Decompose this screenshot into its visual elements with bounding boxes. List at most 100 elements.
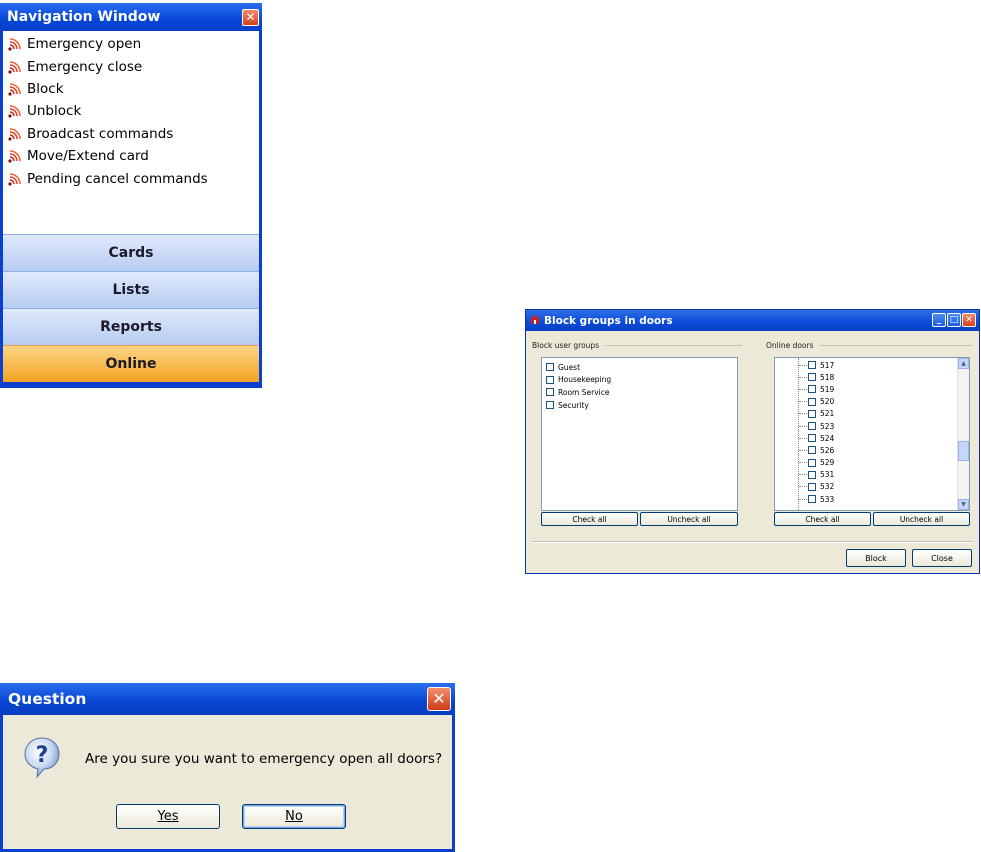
yes-button[interactable]: Yes (116, 804, 220, 829)
user-group-item[interactable]: Housekeeping (546, 374, 737, 387)
navigation-item-list: Emergency open Emergency close Block Unbloc… (3, 31, 259, 234)
checkbox[interactable] (808, 373, 816, 382)
checkbox[interactable] (808, 385, 816, 394)
nav-item[interactable]: Emergency open (3, 33, 259, 55)
checkbox[interactable] (808, 470, 816, 479)
nav-item-label: Pending cancel commands (27, 170, 208, 187)
nav-item[interactable]: Block (3, 78, 259, 100)
user-groups-list[interactable]: Guest Housekeeping Room Service Security (541, 357, 738, 511)
checkbox[interactable] (808, 495, 816, 504)
close-icon[interactable]: ✕ (242, 8, 259, 26)
checkbox[interactable] (546, 375, 554, 384)
signal-waves-icon (8, 37, 27, 51)
door-item[interactable]: 523 (799, 420, 834, 432)
door-label: 521 (820, 409, 835, 419)
door-label: 517 (820, 360, 835, 370)
door-label: 523 (820, 421, 835, 431)
group-lists[interactable]: Lists (3, 271, 259, 308)
user-group-label: Housekeeping (558, 375, 612, 385)
door-label: 518 (820, 372, 835, 382)
door-item[interactable]: 518 (799, 371, 834, 383)
door-item[interactable]: 519 (799, 383, 834, 395)
signal-waves-icon (8, 60, 27, 74)
checkbox[interactable] (546, 363, 554, 372)
door-label: 531 (820, 470, 835, 480)
online-doors-tree[interactable]: 517 518 519 520 521 523 524 526 529 531 532 533 ▲ ▼ (774, 357, 970, 511)
block-button[interactable]: Block (846, 549, 906, 567)
checkbox[interactable] (808, 458, 816, 467)
checkbox[interactable] (808, 361, 816, 370)
user-group-label: Security (558, 400, 589, 410)
group-cards[interactable]: Cards (3, 234, 259, 271)
group-online[interactable]: Online (3, 345, 259, 382)
door-label: 520 (820, 397, 835, 407)
nav-item[interactable]: Emergency close (3, 55, 259, 77)
door-item[interactable]: 521 (799, 408, 834, 420)
door-item[interactable]: 532 (799, 481, 834, 493)
checkbox[interactable] (546, 388, 554, 397)
block-groups-dialog: Block groups in doors _ □ ✕ Block user g… (525, 309, 980, 574)
signal-waves-icon (8, 172, 27, 186)
checkbox[interactable] (808, 434, 816, 443)
nav-item-label: Block (27, 80, 64, 97)
door-item[interactable]: 533 (799, 493, 834, 505)
signal-waves-icon (8, 82, 27, 96)
user-group-item[interactable]: Room Service (546, 386, 737, 399)
nav-item-label: Unblock (27, 103, 82, 120)
no-button[interactable]: No (242, 804, 346, 829)
block-dialog-titlebar[interactable]: Block groups in doors _ □ ✕ (526, 310, 979, 331)
close-icon[interactable]: ✕ (427, 687, 451, 711)
group-reports[interactable]: Reports (3, 308, 259, 345)
uncheck-all-groups-button[interactable]: Uncheck all (640, 512, 738, 526)
door-item[interactable]: 529 (799, 457, 834, 469)
scroll-down-icon[interactable]: ▼ (958, 499, 969, 510)
question-mark-icon: ? (23, 736, 61, 784)
separator (532, 541, 973, 543)
svg-text:?: ? (36, 743, 49, 768)
checkbox[interactable] (808, 409, 816, 418)
question-dialog-titlebar[interactable]: Question ✕ (0, 683, 455, 715)
minimize-icon[interactable]: _ (932, 313, 946, 327)
door-item[interactable]: 526 (799, 444, 834, 456)
user-group-item[interactable]: Security (546, 399, 737, 412)
checkbox[interactable] (808, 422, 816, 431)
door-item[interactable]: 524 (799, 432, 834, 444)
close-button[interactable]: Close (912, 549, 972, 567)
door-item[interactable]: 531 (799, 469, 834, 481)
user-group-label: Guest (558, 362, 581, 372)
online-doors-groupbox: Online doors (766, 341, 972, 350)
scroll-up-icon[interactable]: ▲ (958, 358, 969, 369)
nav-item-label: Broadcast commands (27, 125, 174, 142)
nav-item-label: Emergency open (27, 36, 142, 53)
door-item[interactable]: 517 (799, 359, 834, 371)
user-group-item[interactable]: Guest (546, 361, 737, 374)
yes-button-label: Yes (157, 809, 179, 824)
checkbox[interactable] (546, 401, 554, 410)
check-all-doors-button[interactable]: Check all (774, 512, 871, 526)
nav-item-label: Emergency close (27, 58, 143, 75)
door-label: 519 (820, 384, 835, 394)
navigation-window-titlebar[interactable]: Navigation Window ✕ (0, 3, 262, 31)
nav-item[interactable]: Move/Extend card (3, 145, 259, 167)
nav-item[interactable]: Pending cancel commands (3, 167, 259, 189)
signal-waves-icon (8, 104, 27, 118)
checkbox[interactable] (808, 482, 816, 491)
uncheck-all-doors-button[interactable]: Uncheck all (873, 512, 970, 526)
scrollbar-thumb[interactable] (958, 441, 969, 461)
user-groups-label: Block user groups (532, 341, 600, 350)
door-item[interactable]: 520 (799, 396, 834, 408)
vertical-scrollbar[interactable]: ▲ ▼ (957, 358, 969, 510)
user-group-label: Room Service (558, 387, 610, 397)
checkbox[interactable] (808, 397, 816, 406)
door-label: 526 (820, 445, 835, 455)
close-icon[interactable]: ✕ (962, 313, 976, 327)
check-all-groups-button[interactable]: Check all (541, 512, 638, 526)
checkbox[interactable] (808, 446, 816, 455)
question-dialog: Question ✕ ? Are you sure you want to em… (0, 683, 455, 852)
nav-item[interactable]: Broadcast commands (3, 123, 259, 145)
nav-item[interactable]: Unblock (3, 100, 259, 122)
app-icon (530, 314, 540, 328)
navigation-window-title: Navigation Window (7, 9, 161, 25)
maximize-icon[interactable]: □ (947, 313, 961, 327)
online-doors-label: Online doors (766, 341, 814, 350)
